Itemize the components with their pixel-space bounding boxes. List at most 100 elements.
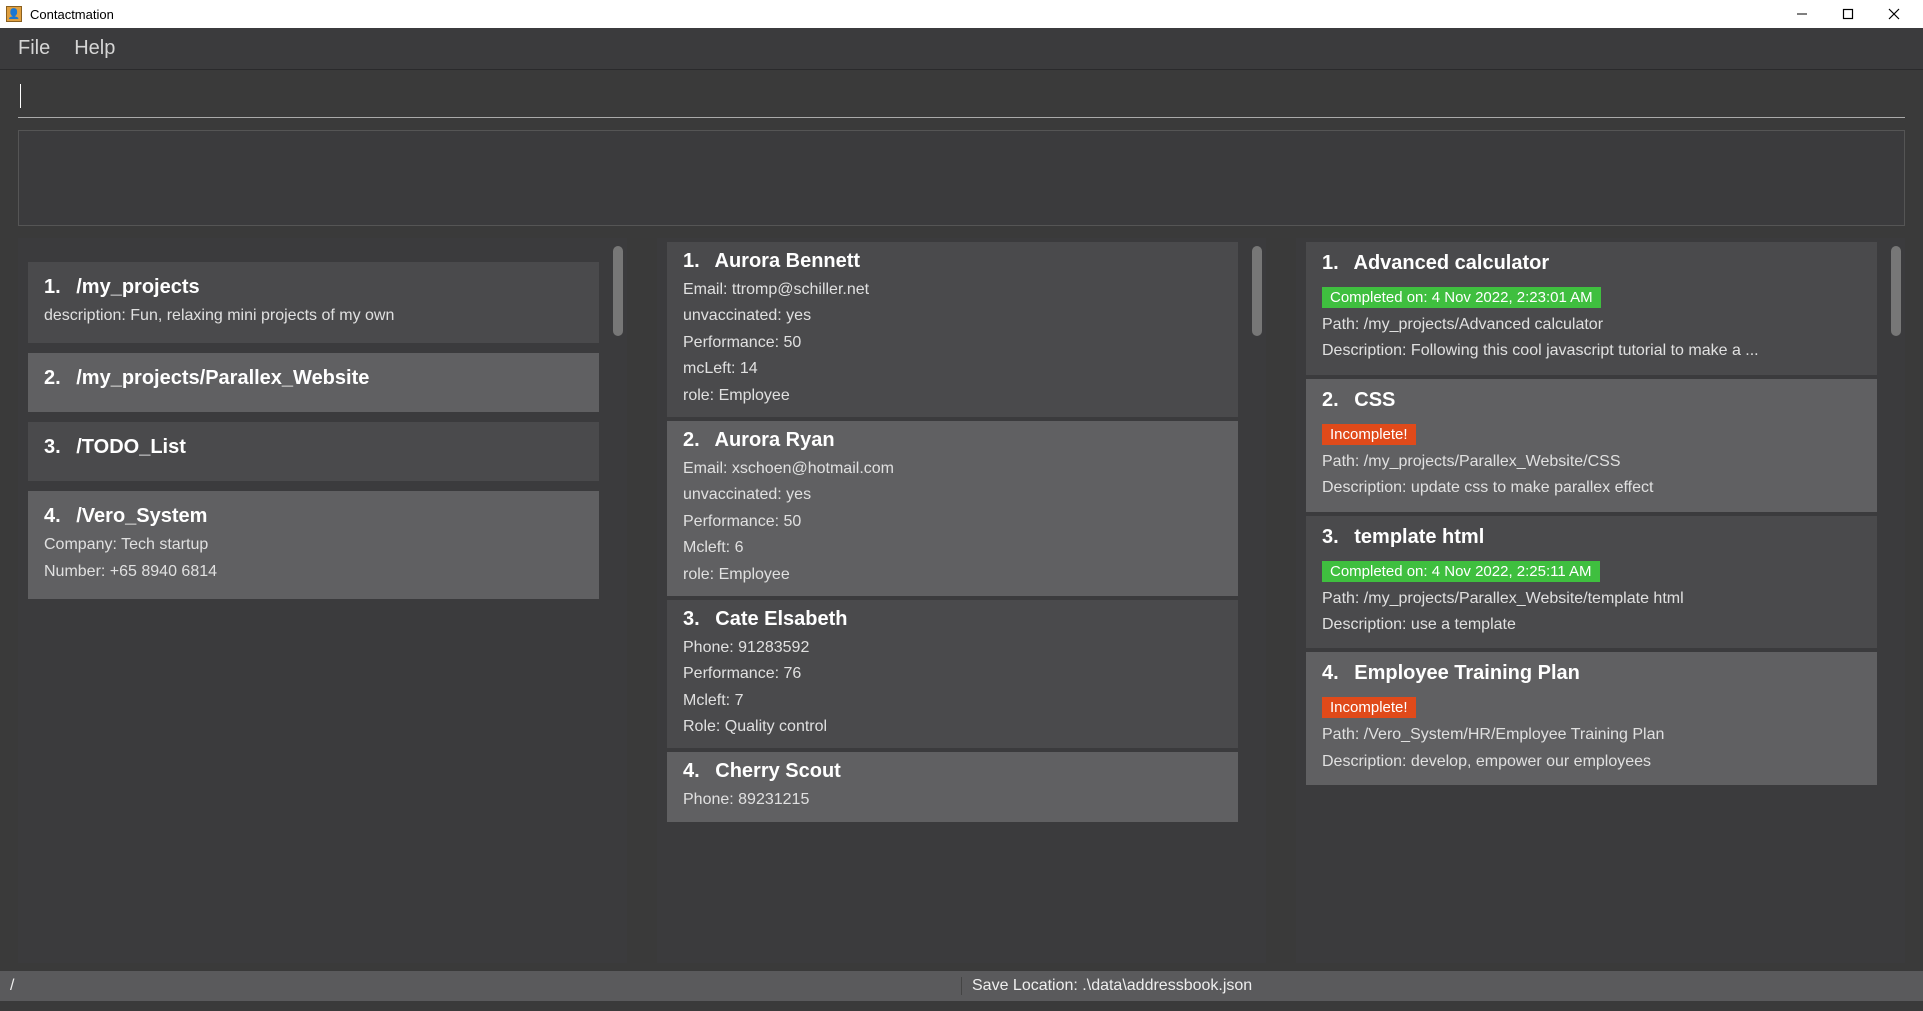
detail-line: Role: Quality control bbox=[683, 716, 1222, 738]
main-columns: 1. /my_projects description: Fun, relaxin… bbox=[0, 238, 1923, 971]
detail-line: Path: /my_projects/Parallex_Website/temp… bbox=[1322, 588, 1861, 610]
project-card-title: 4. /Vero_System bbox=[44, 505, 583, 528]
person-card-title: 1. Aurora Bennett bbox=[683, 250, 1222, 273]
index: 2. bbox=[44, 367, 61, 390]
person-card[interactable]: 2. Aurora Ryan Email: xschoen@hotmail.com… bbox=[667, 421, 1238, 596]
detail-line: Description: Following this cool javascr… bbox=[1322, 340, 1861, 362]
index: 1. bbox=[683, 250, 700, 273]
detail-line: Phone: 89231215 bbox=[683, 789, 1222, 811]
detail-line: Path: /Vero_System/HR/Employee Training … bbox=[1322, 724, 1861, 746]
title-text: Aurora Ryan bbox=[715, 429, 835, 451]
detail-line: mcLeft: 14 bbox=[683, 358, 1222, 380]
window-controls bbox=[1779, 0, 1917, 28]
detail-line: role: Employee bbox=[683, 385, 1222, 407]
statusbar-save-location: Save Location: .\data\addressbook.json bbox=[962, 977, 1923, 995]
menu-help[interactable]: Help bbox=[74, 37, 115, 60]
task-card-title: 4. Employee Training Plan bbox=[1322, 662, 1861, 685]
detail-line: Path: /my_projects/Advanced calculator bbox=[1322, 314, 1861, 336]
status-badge: Incomplete! bbox=[1322, 697, 1416, 718]
detail-line: Email: xschoen@hotmail.com bbox=[683, 458, 1222, 480]
status-badge: Incomplete! bbox=[1322, 424, 1416, 445]
task-card[interactable]: 4. Employee Training Plan Incomplete! Path… bbox=[1306, 652, 1877, 785]
detail-line: Company: Tech startup bbox=[44, 534, 583, 556]
tasks-column: 1. Advanced calculator Completed on: 4 No… bbox=[1296, 238, 1905, 963]
index: 4. bbox=[1322, 662, 1339, 685]
index: 4. bbox=[44, 505, 61, 528]
person-card[interactable]: 3. Cate Elsabeth Phone: 91283592 Performan… bbox=[667, 600, 1238, 749]
title-text: /my_projects/Parallex_Website bbox=[76, 367, 369, 389]
index: 3. bbox=[683, 608, 700, 631]
title-text: template html bbox=[1354, 526, 1484, 548]
person-card[interactable]: 4. Cherry Scout Phone: 89231215 bbox=[667, 752, 1238, 821]
detail-line: Mcleft: 7 bbox=[683, 690, 1222, 712]
window-titlebar: 👤 Contactmation bbox=[0, 0, 1923, 28]
project-card-title: 1. /my_projects bbox=[44, 276, 583, 299]
person-card[interactable]: 1. Aurora Bennett Email: ttromp@schiller.… bbox=[667, 242, 1238, 417]
person-card-title: 2. Aurora Ryan bbox=[683, 429, 1222, 452]
index: 4. bbox=[683, 760, 700, 783]
title-text: Advanced calculator bbox=[1354, 252, 1550, 274]
scrollbar[interactable] bbox=[1252, 246, 1262, 336]
project-card-title: 3. /TODO_List bbox=[44, 436, 583, 459]
status-badge: Completed on: 4 Nov 2022, 2:25:11 AM bbox=[1322, 561, 1600, 582]
project-card[interactable]: 3. /TODO_List bbox=[28, 422, 599, 481]
detail-line: description: Fun, relaxing mini projects… bbox=[44, 305, 583, 327]
detail-line: Phone: 91283592 bbox=[683, 637, 1222, 659]
index: 2. bbox=[1322, 389, 1339, 412]
detail-line: Mcleft: 6 bbox=[683, 537, 1222, 559]
project-card[interactable]: 2. /my_projects/Parallex_Website bbox=[28, 353, 599, 412]
index: 1. bbox=[1322, 252, 1339, 275]
task-card[interactable]: 3. template html Completed on: 4 Nov 2022… bbox=[1306, 516, 1877, 649]
command-area bbox=[0, 70, 1923, 118]
title-text: /Vero_System bbox=[76, 505, 207, 527]
statusbar-path: / bbox=[0, 977, 962, 995]
index: 3. bbox=[1322, 526, 1339, 549]
detail-line: unvaccinated: yes bbox=[683, 305, 1222, 327]
person-card-title: 4. Cherry Scout bbox=[683, 760, 1222, 783]
task-card-title: 3. template html bbox=[1322, 526, 1861, 549]
task-card[interactable]: 1. Advanced calculator Completed on: 4 No… bbox=[1306, 242, 1877, 375]
detail-line: Number: +65 8940 6814 bbox=[44, 561, 583, 583]
index: 2. bbox=[683, 429, 700, 452]
detail-line: Performance: 76 bbox=[683, 663, 1222, 685]
close-button[interactable] bbox=[1871, 0, 1917, 28]
detail-line: role: Employee bbox=[683, 564, 1222, 586]
task-card-title: 1. Advanced calculator bbox=[1322, 252, 1861, 275]
index: 1. bbox=[44, 276, 61, 299]
scrollbar[interactable] bbox=[1891, 246, 1901, 336]
title-text: /TODO_List bbox=[76, 436, 186, 458]
menu-file[interactable]: File bbox=[18, 37, 50, 60]
title-text: CSS bbox=[1354, 389, 1395, 411]
detail-line: Description: develop, empower our employ… bbox=[1322, 751, 1861, 773]
window-title: Contactmation bbox=[30, 7, 1779, 22]
detail-line: Description: update css to make parallex… bbox=[1322, 477, 1861, 499]
detail-line: Email: ttromp@schiller.net bbox=[683, 279, 1222, 301]
title-text: Cate Elsabeth bbox=[715, 608, 847, 630]
project-card-title: 2. /my_projects/Parallex_Website bbox=[44, 367, 583, 390]
maximize-button[interactable] bbox=[1825, 0, 1871, 28]
projects-column: 1. /my_projects description: Fun, relaxin… bbox=[18, 238, 627, 963]
people-column: 1. Aurora Bennett Email: ttromp@schiller.… bbox=[657, 238, 1266, 963]
detail-line: unvaccinated: yes bbox=[683, 484, 1222, 506]
minimize-button[interactable] bbox=[1779, 0, 1825, 28]
detail-line: Performance: 50 bbox=[683, 332, 1222, 354]
person-card-title: 3. Cate Elsabeth bbox=[683, 608, 1222, 631]
scrollbar[interactable] bbox=[613, 246, 623, 336]
task-card-title: 2. CSS bbox=[1322, 389, 1861, 412]
project-card[interactable]: 4. /Vero_System Company: Tech startup Numb… bbox=[28, 491, 599, 599]
detail-line: Description: use a template bbox=[1322, 614, 1861, 636]
app-icon: 👤 bbox=[6, 6, 22, 22]
command-input[interactable] bbox=[18, 80, 1905, 118]
detail-line: Performance: 50 bbox=[683, 511, 1222, 533]
index: 3. bbox=[44, 436, 61, 459]
task-card[interactable]: 2. CSSIncomplete!Path: /my_projects/Para… bbox=[1306, 379, 1877, 512]
menubar: File Help bbox=[0, 28, 1923, 70]
project-card[interactable]: 1. /my_projects description: Fun, relaxin… bbox=[28, 262, 599, 343]
title-text: /my_projects bbox=[76, 276, 199, 298]
title-text: Aurora Bennett bbox=[715, 250, 861, 272]
statusbar: / Save Location: .\data\addressbook.json bbox=[0, 971, 1923, 1001]
title-text: Employee Training Plan bbox=[1354, 662, 1580, 684]
title-text: Cherry Scout bbox=[715, 760, 841, 782]
status-badge: Completed on: 4 Nov 2022, 2:23:01 AM bbox=[1322, 287, 1601, 308]
output-box bbox=[18, 130, 1905, 226]
